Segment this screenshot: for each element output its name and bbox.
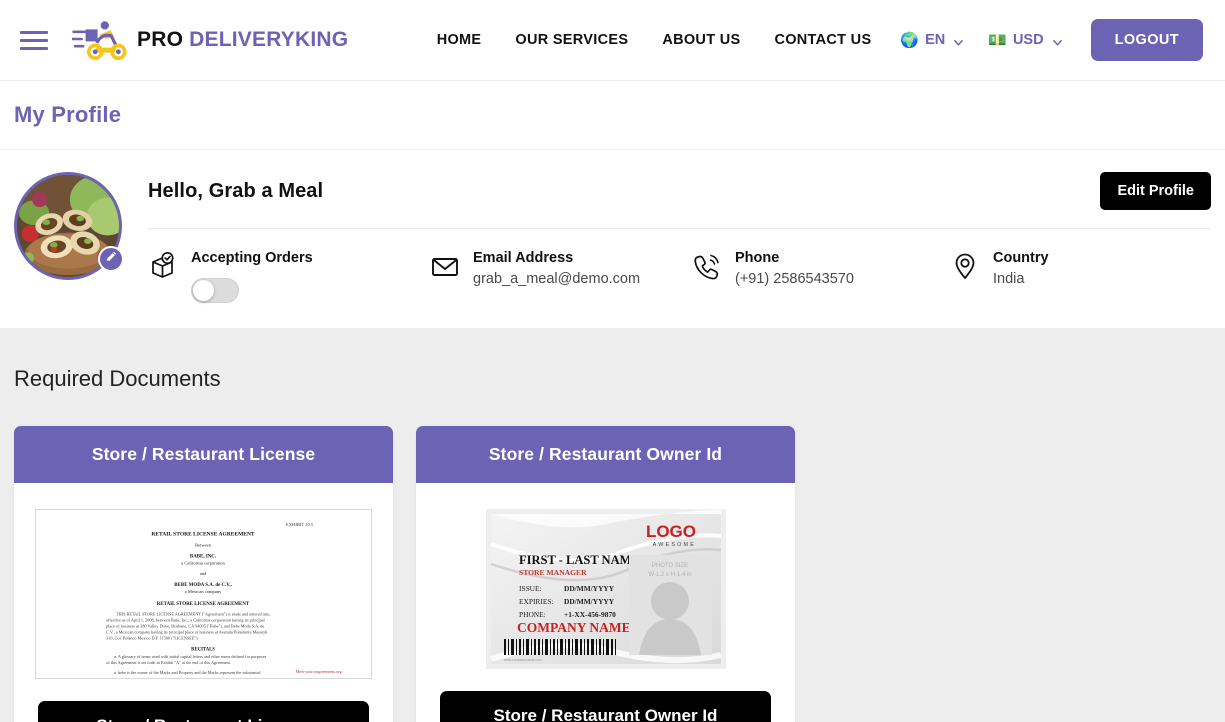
profile-header-row: Hello, Grab a Meal Edit Profile bbox=[148, 172, 1211, 229]
site-header: PRO DELIVERYKING HOME OUR SERVICES ABOUT… bbox=[0, 0, 1225, 81]
document-card-license: Store / Restaurant License EXHIBIT 10.5 … bbox=[14, 426, 393, 722]
info-label: Email Address bbox=[473, 250, 574, 266]
hamburger-bar bbox=[20, 46, 48, 50]
main-navigation: HOME OUR SERVICES ABOUT US CONTACT US 🌍 … bbox=[420, 19, 1203, 61]
document-card-owner-id: Store / Restaurant Owner Id LOGO AWESOME… bbox=[416, 426, 795, 722]
svg-text:LOGO: LOGO bbox=[645, 522, 695, 541]
document-card-heading: Store / Restaurant License bbox=[14, 426, 393, 483]
phone-icon bbox=[692, 251, 722, 281]
info-value: India bbox=[993, 270, 1025, 287]
language-label: EN bbox=[925, 32, 946, 48]
toggle-knob bbox=[193, 279, 214, 301]
nav-item-our-services[interactable]: OUR SERVICES bbox=[498, 32, 645, 48]
info-value: grab_a_meal@demo.com bbox=[473, 270, 641, 287]
svg-text:AWESOME: AWESOME bbox=[652, 542, 695, 548]
page-title-bar: My Profile bbox=[0, 81, 1225, 149]
hamburger-icon[interactable] bbox=[20, 27, 54, 53]
logo-text-secondary: DELIVERYKING bbox=[189, 28, 349, 51]
nav-item-about-us[interactable]: ABOUT US bbox=[645, 32, 757, 48]
owner-id-card-thumbnail[interactable]: LOGO AWESOME FIRST - LAST NAME STORE MAN… bbox=[485, 509, 726, 669]
svg-text:DD/MM/YYYY: DD/MM/YYYY bbox=[564, 597, 615, 606]
svg-text:a. A glossary of terms used wi: a. A glossary of terms used with initial… bbox=[114, 654, 267, 659]
required-documents-section: Required Documents Store / Restaurant Li… bbox=[0, 328, 1225, 722]
page-title: My Profile bbox=[14, 102, 122, 127]
pencil-icon bbox=[105, 250, 117, 268]
info-label: Accepting Orders bbox=[191, 250, 313, 266]
info-country: Country India bbox=[950, 249, 1150, 290]
chevron-down-icon bbox=[1052, 36, 1063, 47]
svg-text:BABE, INC.: BABE, INC. bbox=[190, 554, 217, 559]
package-check-icon bbox=[148, 251, 178, 281]
document-button-wrap: Store / Restaurant Owner Id bbox=[416, 691, 795, 722]
profile-info-row: Accepting Orders Email Address grab_a_me… bbox=[148, 229, 1211, 303]
delivery-scooter-icon bbox=[70, 19, 128, 61]
nav-item-home[interactable]: HOME bbox=[420, 32, 499, 48]
currency-label: USD bbox=[1012, 32, 1044, 48]
document-card-heading: Store / Restaurant Owner Id bbox=[416, 426, 795, 483]
globe-icon: 🌍 bbox=[900, 31, 920, 49]
svg-text:+1-XX-456-9870: +1-XX-456-9870 bbox=[564, 610, 616, 619]
envelope-icon bbox=[430, 251, 460, 281]
svg-text:COMPANY NAME: COMPANY NAME bbox=[517, 620, 631, 635]
info-accepting-orders: Accepting Orders bbox=[148, 249, 430, 303]
accepting-orders-toggle[interactable] bbox=[191, 277, 239, 303]
svg-text:www.companyname.com: www.companyname.com bbox=[504, 658, 542, 662]
chevron-down-icon bbox=[953, 36, 964, 47]
svg-text:Between: Between bbox=[195, 543, 212, 548]
svg-text:a Mexican company: a Mexican company bbox=[185, 589, 222, 594]
svg-text:EXPIRIES:: EXPIRIES: bbox=[519, 597, 554, 606]
svg-text:DD/MM/YYYY: DD/MM/YYYY bbox=[564, 584, 615, 593]
svg-text:RECITALS: RECITALS bbox=[191, 647, 215, 652]
svg-text:W-1.2 x H-1.4 in: W-1.2 x H-1.4 in bbox=[648, 572, 691, 578]
info-email-address: Email Address grab_a_meal@demo.com bbox=[430, 249, 692, 290]
document-thumbnail-wrap: EXHIBIT 10.5 RETAIL STORE LICENSE AGREEM… bbox=[14, 483, 393, 701]
svg-text:PHOTO SIZE: PHOTO SIZE bbox=[651, 563, 687, 569]
logo[interactable]: PRO DELIVERYKING bbox=[70, 19, 348, 61]
svg-text:FIRST - LAST NAME: FIRST - LAST NAME bbox=[519, 553, 640, 567]
hamburger-bar bbox=[20, 30, 48, 34]
section-title: Required Documents bbox=[14, 366, 221, 391]
money-icon: 💵 bbox=[988, 31, 1007, 49]
svg-text:EXHIBIT 10.5: EXHIBIT 10.5 bbox=[286, 522, 314, 527]
owner-id-document-button[interactable]: Store / Restaurant Owner Id bbox=[440, 691, 771, 722]
svg-text:Meet-sourceagreements.org: Meet-sourceagreements.org bbox=[296, 669, 342, 674]
svg-text:RETAIL STORE LICENSE AGREEMENT: RETAIL STORE LICENSE AGREEMENT bbox=[157, 602, 250, 607]
svg-text:RETAIL STORE LICENSE AGREEMENT: RETAIL STORE LICENSE AGREEMENT bbox=[151, 532, 255, 538]
svg-text:BEBE MODA S.A. de C.V.,: BEBE MODA S.A. de C.V., bbox=[174, 583, 232, 588]
profile-section: Hello, Grab a Meal Edit Profile Acceptin… bbox=[0, 149, 1225, 328]
avatar[interactable] bbox=[14, 172, 124, 280]
svg-text:a. bebe is the owner of the Ma: a. bebe is the owner of the Marks and Pr… bbox=[114, 670, 261, 675]
svg-text:ISSUE:: ISSUE: bbox=[519, 584, 542, 593]
document-button-wrap: Store / Restaurant License bbox=[14, 701, 393, 722]
svg-text:and: and bbox=[200, 571, 207, 576]
svg-text:a California corporation: a California corporation bbox=[181, 560, 225, 565]
info-value: (+91) 2586543570 bbox=[735, 270, 854, 287]
logo-text-primary: PRO bbox=[137, 28, 184, 51]
license-document-button[interactable]: Store / Restaurant License bbox=[38, 701, 369, 722]
info-label: Phone bbox=[735, 250, 780, 266]
edit-profile-button[interactable]: Edit Profile bbox=[1100, 172, 1211, 210]
svg-text:PHONE:: PHONE: bbox=[519, 610, 546, 619]
hamburger-bar bbox=[20, 38, 48, 42]
currency-selector[interactable]: 💵 USD bbox=[976, 32, 1074, 48]
avatar-edit-button[interactable] bbox=[98, 246, 124, 272]
greeting-text: Hello, Grab a Meal bbox=[148, 179, 324, 202]
map-pin-icon bbox=[950, 251, 980, 281]
info-phone: Phone (+91) 2586543570 bbox=[692, 249, 950, 290]
document-thumbnail-wrap: LOGO AWESOME FIRST - LAST NAME STORE MAN… bbox=[416, 483, 795, 691]
logo-text: PRO DELIVERYKING bbox=[137, 28, 348, 52]
svg-text:STORE MANAGER: STORE MANAGER bbox=[519, 568, 587, 577]
language-selector[interactable]: 🌍 EN bbox=[888, 32, 976, 48]
documents-grid: Store / Restaurant License EXHIBIT 10.5 … bbox=[14, 426, 1211, 722]
license-agreement-thumbnail[interactable]: EXHIBIT 10.5 RETAIL STORE LICENSE AGREEM… bbox=[35, 509, 372, 679]
svg-text:of this Agreement is set forth: of this Agreement is set forth in Exhibi… bbox=[106, 660, 231, 665]
logout-button[interactable]: LOGOUT bbox=[1090, 19, 1203, 61]
nav-item-contact-us[interactable]: CONTACT US bbox=[757, 32, 888, 48]
info-label: Country bbox=[993, 250, 1049, 266]
